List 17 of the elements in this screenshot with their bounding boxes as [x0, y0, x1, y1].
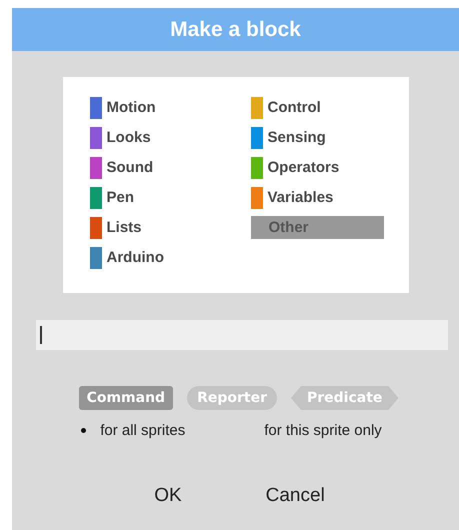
category-item[interactable]: Sound: [90, 156, 250, 179]
category-item[interactable]: Variables: [250, 186, 384, 209]
category-item[interactable]: Control: [250, 96, 384, 119]
radio-dot[interactable]: [81, 428, 86, 433]
window-title: Make a block: [170, 18, 301, 42]
dialog-button[interactable]: OK: [134, 481, 202, 511]
category-item[interactable]: Pen: [90, 186, 250, 209]
category-item[interactable]: Looks: [90, 126, 250, 149]
radio-option[interactable]: for this sprite only: [264, 422, 382, 439]
category-item[interactable]: Arduino: [90, 246, 250, 269]
category-item[interactable]: Lists: [90, 216, 250, 239]
category-item[interactable]: Motion: [90, 96, 250, 119]
radio-option[interactable]: for all sprites: [100, 422, 186, 439]
dialog-button[interactable]: Cancel: [246, 481, 345, 511]
category-item[interactable]: Sensing: [250, 126, 384, 149]
category-item[interactable]: Operators: [250, 156, 384, 179]
input-field[interactable]: [36, 320, 448, 350]
